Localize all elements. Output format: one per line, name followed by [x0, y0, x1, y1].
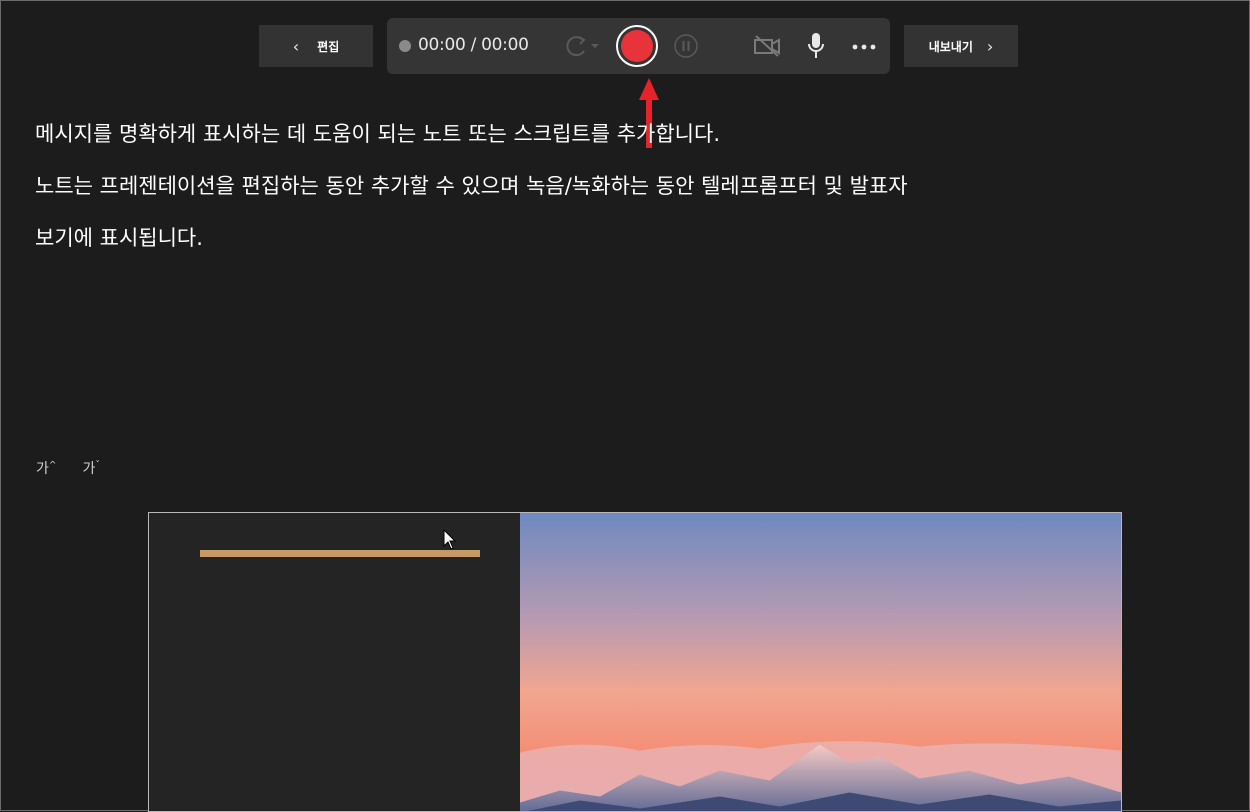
camera-off-icon[interactable]	[753, 34, 781, 58]
recording-status-dot	[399, 40, 411, 52]
export-button-label: 내보내기	[928, 39, 973, 54]
retake-icon[interactable]	[561, 32, 601, 60]
edit-button[interactable]: ‹ 편집	[259, 25, 373, 67]
export-button[interactable]: 내보내기 ›	[904, 25, 1018, 67]
chevron-left-icon: ‹	[292, 36, 300, 56]
pause-icon[interactable]	[674, 34, 698, 58]
notes-line: 보기에 표시됩니다.	[35, 226, 203, 250]
recording-controls: 00:00 / 00:00	[387, 18, 890, 74]
record-button[interactable]	[616, 25, 658, 67]
font-size-controls: 가^ 가ˇ	[36, 458, 100, 478]
notes-text[interactable]: 메시지를 명확하게 표시하는 데 도움이 되는 노트 또는 스크립트를 추가합니…	[35, 108, 1235, 264]
notes-line: 노트는 프레젠테이션을 편집하는 동안 추가할 수 있으며 녹음/녹화하는 동안…	[35, 174, 908, 198]
slide-text-panel	[149, 513, 520, 811]
recording-timer: 00:00 / 00:00	[418, 35, 529, 55]
microphone-icon[interactable]	[806, 31, 826, 61]
slide-title-accent	[200, 550, 480, 557]
font-decrease-button[interactable]: 가ˇ	[82, 458, 99, 478]
slide-preview	[148, 512, 1122, 812]
notes-line: 메시지를 명확하게 표시하는 데 도움이 되는 노트 또는 스크립트를 추가합니…	[35, 122, 720, 146]
record-icon	[621, 30, 653, 62]
more-icon[interactable]	[851, 42, 877, 52]
mountain-photo	[520, 513, 1121, 811]
mouse-cursor-icon	[443, 529, 457, 550]
chevron-right-icon: ›	[986, 36, 994, 56]
edit-button-label: 편집	[317, 39, 340, 54]
font-increase-button[interactable]: 가^	[36, 458, 56, 478]
